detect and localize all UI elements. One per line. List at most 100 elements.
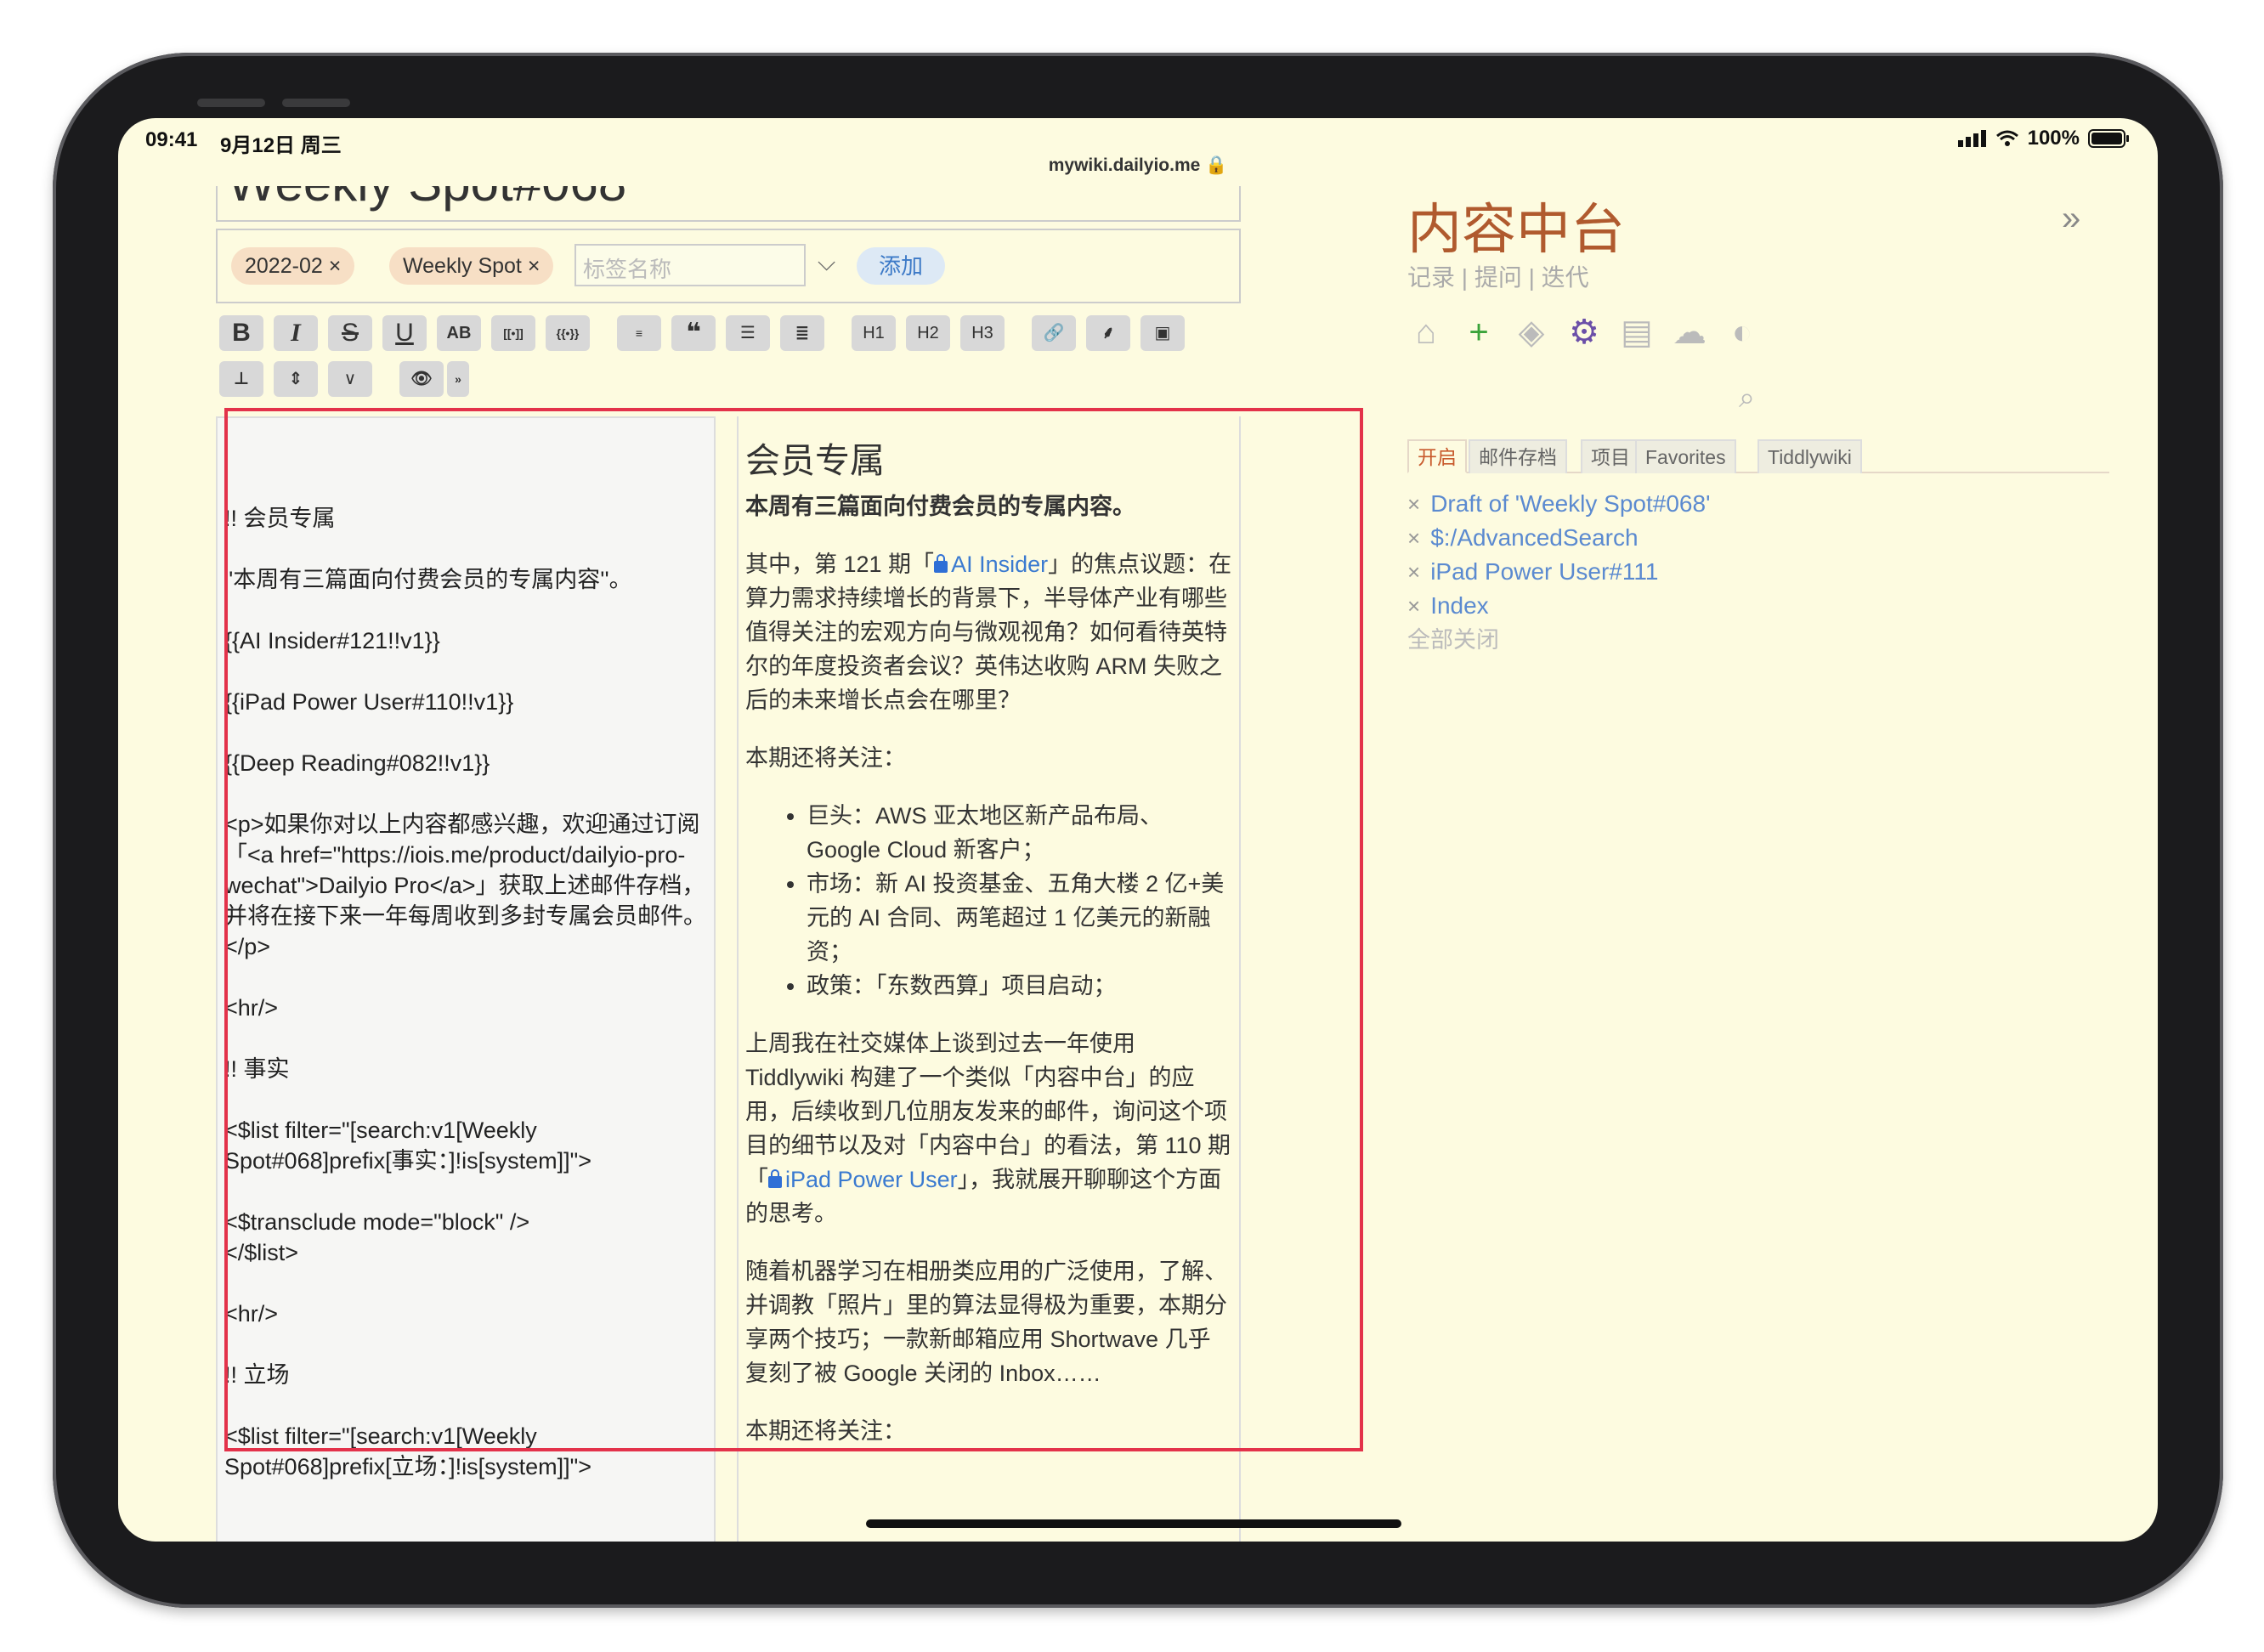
battery-percent: 100% xyxy=(2027,127,2080,150)
list-item[interactable]: × $:/AdvancedSearch xyxy=(1407,521,1710,555)
status-time: 09:41 xyxy=(145,128,198,151)
close-icon[interactable]: × xyxy=(1407,559,1420,585)
source-line: {{AI Insider#121!!v1}} xyxy=(224,628,440,653)
tab-mail-archive[interactable]: 邮件存档 xyxy=(1469,439,1567,473)
volume-button xyxy=(197,99,265,107)
battery-icon xyxy=(2088,129,2129,148)
tag-label: 2022-02 xyxy=(245,254,323,278)
ipad-power-user-link-text: iPad Power User xyxy=(785,1167,958,1192)
font-size-icon[interactable]: ≡ xyxy=(617,315,661,351)
source-line: <$list filter="[search:v1[Weekly Spot#06… xyxy=(224,1117,591,1174)
cloud-icon[interactable]: ☁ xyxy=(1671,314,1708,351)
bullet-list-icon[interactable]: ☰ xyxy=(726,315,770,351)
chevron-down-icon[interactable]: ⌵ xyxy=(818,249,835,277)
tag-name-input[interactable]: 标签名称 xyxy=(574,244,806,286)
tab-tiddlywiki[interactable]: Tiddlywiki xyxy=(1757,439,1862,473)
open-item-link[interactable]: $:/AdvancedSearch xyxy=(1430,524,1638,551)
image-icon[interactable]: ▣ xyxy=(1140,315,1185,351)
url-text: mywiki.dailyio.me xyxy=(1048,156,1201,175)
list-item[interactable]: × iPad Power User#111 xyxy=(1407,555,1710,589)
excise-icon[interactable]: ⸙ xyxy=(1086,315,1130,351)
title-input[interactable]: Weekly Spot#068 xyxy=(216,186,1241,222)
ipad-power-user-link[interactable]: iPad Power User xyxy=(768,1167,958,1192)
tag-label: Weekly Spot xyxy=(403,254,522,278)
list-item[interactable]: × Index xyxy=(1407,589,1710,623)
strikethrough-button[interactable]: S xyxy=(328,315,372,351)
list-item: 市场：新 AI 投资基金、五角大楼 2 亿+美元的 AI 合同、两笔超过 1 亿… xyxy=(807,867,1232,969)
tab-open[interactable]: 开启 xyxy=(1407,439,1467,473)
size-icon[interactable]: ⇕ xyxy=(274,361,318,397)
open-item-link[interactable]: iPad Power User#111 xyxy=(1430,558,1658,585)
heading3-button[interactable]: H3 xyxy=(960,315,1005,351)
search-icon[interactable]: ⌕ xyxy=(1739,382,1755,415)
preview-paragraph: 随着机器学习在相册类应用的广泛使用，了解、并调教「照片」里的算法显得极为重要，本… xyxy=(745,1259,1227,1386)
preview-options-icon[interactable]: » xyxy=(447,361,469,397)
list-item: 政策：「东数西算」项目启动； xyxy=(807,969,1232,1003)
lock-icon xyxy=(934,554,948,573)
preview-heading: 会员专属 xyxy=(745,441,885,480)
quote-icon[interactable]: ❝ xyxy=(671,315,716,351)
source-text-pane[interactable]: !! 会员专属 ''本周有三篇面向付费会员的专属内容''。 {{AI Insid… xyxy=(216,416,716,1542)
lock-icon xyxy=(768,1169,782,1188)
preview-eye-icon[interactable]: 👁 xyxy=(399,361,444,397)
close-icon[interactable]: × xyxy=(1407,593,1420,619)
new-tiddler-icon[interactable]: + xyxy=(1460,314,1497,351)
document-icon[interactable]: ▤ xyxy=(1618,314,1656,351)
tag-remove-icon[interactable]: × xyxy=(528,254,541,278)
italic-button[interactable]: I xyxy=(274,315,318,351)
preview-paragraph: 本期还将关注： xyxy=(745,745,906,771)
heading1-button[interactable]: H1 xyxy=(852,315,896,351)
underline-button[interactable]: U xyxy=(382,315,427,351)
tiddler-editor: Weekly Spot#068 2022-02 × Weekly Spot × … xyxy=(189,186,1310,1542)
tag-chip[interactable]: 2022-02 × xyxy=(231,247,355,285)
preview-paragraph: 上周我在社交媒体上谈到过去一年使用 Tiddlywiki 构建了一个类似「内容中… xyxy=(745,1027,1232,1231)
open-item-link[interactable]: Draft of 'Weekly Spot#068' xyxy=(1430,490,1710,517)
preview-text: 其中，第 121 期「 xyxy=(745,552,935,577)
stamp-icon[interactable]: ⊥ xyxy=(219,361,263,397)
list-item[interactable]: × Draft of 'Weekly Spot#068' xyxy=(1407,487,1710,521)
source-line: ''本周有三篇面向付费会员的专属内容''。 xyxy=(224,567,632,592)
source-line: <p>如果你对以上内容都感兴趣，欢迎通过订阅「<a href="https://… xyxy=(224,812,706,959)
bold-button[interactable]: B xyxy=(219,315,263,351)
tag-remove-icon[interactable]: × xyxy=(329,254,342,278)
wifi-icon xyxy=(1995,130,2018,146)
close-all-button[interactable]: 全部关闭 xyxy=(1407,623,1710,657)
home-icon[interactable]: ⌂ xyxy=(1407,314,1445,351)
link-wiki-button[interactable]: [[•]] xyxy=(491,315,535,351)
close-icon[interactable]: × xyxy=(1407,491,1420,517)
link-icon[interactable]: 🔗 xyxy=(1032,315,1076,351)
tab-favorites[interactable]: Favorites xyxy=(1635,439,1736,473)
new-tag-icon[interactable]: ◈ xyxy=(1513,314,1550,351)
url-bar[interactable]: mywiki.dailyio.me 🔒 xyxy=(118,156,2158,176)
preview-bullet-list: 巨头：AWS 亚太地区新产品布局、Google Cloud 新客户； 市场：新 … xyxy=(807,799,1232,1003)
tab-projects[interactable]: 项目 xyxy=(1581,439,1640,473)
status-icons: 100% xyxy=(1957,127,2131,150)
volume-button xyxy=(282,99,350,107)
open-item-link[interactable]: Index xyxy=(1430,592,1489,619)
signal-icon xyxy=(1957,130,1986,147)
numbered-list-icon[interactable]: ≣ xyxy=(780,315,824,351)
ai-insider-link-text: AI Insider xyxy=(951,552,1049,577)
source-line: !! 事实 xyxy=(224,1056,290,1082)
close-icon[interactable]: × xyxy=(1407,525,1420,551)
source-line: !! 会员专属 xyxy=(224,506,336,531)
tag-chip[interactable]: Weekly Spot × xyxy=(389,247,554,285)
more-chevron-icon[interactable]: ∨ xyxy=(328,361,372,397)
gear-icon[interactable]: ⚙ xyxy=(1565,314,1603,351)
theme-toggle-icon[interactable]: ◐ xyxy=(1723,314,1761,351)
open-tiddlers-list: × Draft of 'Weekly Spot#068' × $:/Advanced… xyxy=(1407,487,1710,657)
collapse-sidebar-icon[interactable]: » xyxy=(2062,200,2080,238)
smallcaps-button[interactable]: AB xyxy=(437,315,481,351)
transclude-button[interactable]: {{•}} xyxy=(546,315,590,351)
tags-editor: 2022-02 × Weekly Spot × 标签名称 ⌵ 添加 xyxy=(216,229,1241,303)
preview-paragraph: 其中，第 121 期「 AI Insider」的焦点议题：在算力需求持续增长的背景… xyxy=(745,547,1232,717)
source-line: !! 立场 xyxy=(224,1362,290,1388)
add-tag-button[interactable]: 添加 xyxy=(857,247,946,285)
site-title[interactable]: 内容中台 xyxy=(1407,186,1625,264)
heading2-button[interactable]: H2 xyxy=(906,315,950,351)
ai-insider-link[interactable]: AI Insider xyxy=(934,552,1048,577)
source-line: <$list filter="[search:v1[Weekly Spot#06… xyxy=(224,1423,591,1479)
home-indicator[interactable] xyxy=(866,1519,1401,1528)
sidebar: 内容中台 记录 | 提问 | 迭代 » ⌂ + ◈ ⚙ ▤ ☁ ◐ ⌕ 开启 邮… xyxy=(1407,186,2155,1542)
